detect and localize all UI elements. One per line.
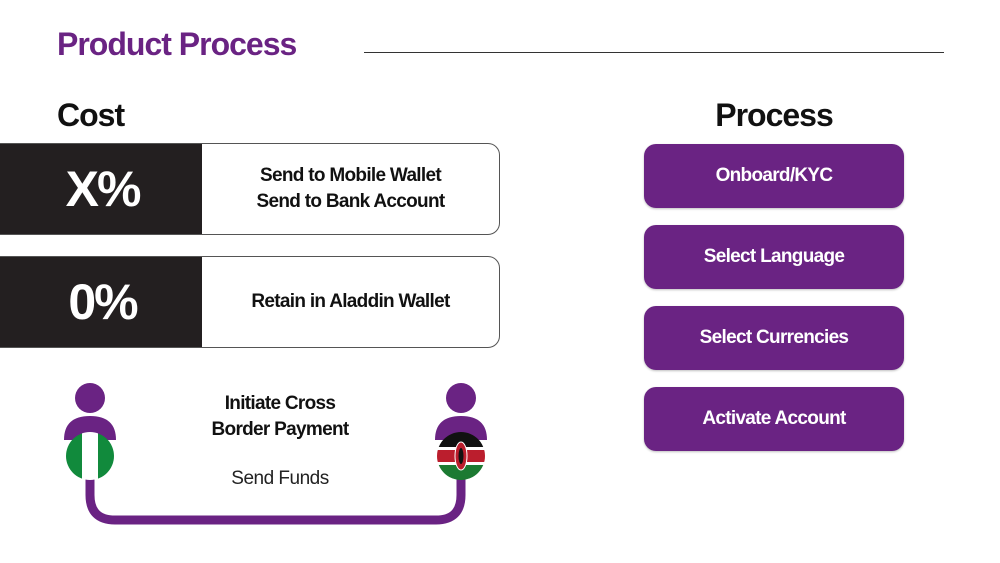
step-onboard-kyc-button[interactable]: Onboard/KYC: [644, 144, 904, 208]
step-select-language-button[interactable]: Select Language: [644, 225, 904, 289]
kenya-flag-icon: [437, 432, 485, 480]
receiver-person-icon: [435, 383, 487, 440]
cost-line: Send to Mobile Wallet: [260, 165, 442, 186]
transfer-title-line: Initiate Cross: [224, 393, 336, 414]
page-title: Product Process: [57, 26, 297, 62]
nigeria-flag-icon: [66, 432, 114, 480]
cost-row-mobile-bank: X% Send to Mobile Wallet Send to Bank Ac…: [0, 143, 500, 235]
cost-percent: 0%: [0, 257, 202, 347]
step-activate-account-button[interactable]: Activate Account: [644, 387, 904, 451]
title-divider: [364, 52, 944, 53]
step-select-currencies-button[interactable]: Select Currencies: [644, 306, 904, 370]
cost-line: Retain in Aladdin Wallet: [251, 291, 450, 312]
cost-description: Send to Mobile Wallet Send to Bank Accou…: [202, 144, 499, 234]
process-heading: Process: [715, 97, 834, 133]
transfer-title-line: Border Payment: [211, 419, 350, 440]
cost-row-retain: 0% Retain in Aladdin Wallet: [0, 256, 500, 348]
cost-description: Retain in Aladdin Wallet: [202, 257, 499, 347]
cost-line: Send to Bank Account: [256, 191, 446, 212]
cost-heading: Cost: [57, 97, 125, 133]
send-funds-label: Send Funds: [231, 468, 329, 489]
cost-percent: X%: [0, 144, 202, 234]
sender-person-icon: [64, 383, 116, 440]
